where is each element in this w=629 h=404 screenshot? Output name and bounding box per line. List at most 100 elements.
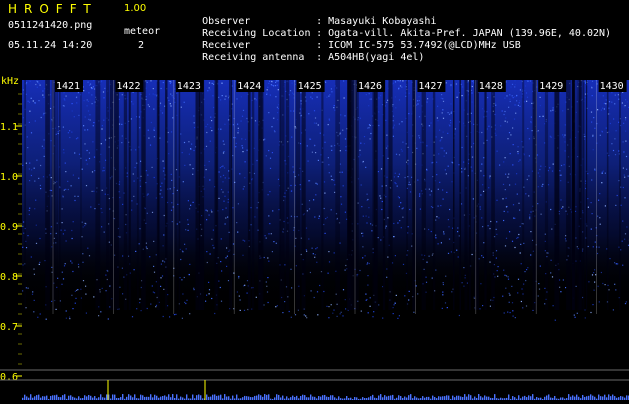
noise-dot	[343, 289, 344, 290]
noise-dot	[29, 210, 30, 211]
noise-dot	[170, 94, 171, 95]
dark-stripe	[258, 80, 263, 310]
noise-dot	[369, 93, 370, 94]
baseline-bar	[166, 397, 167, 400]
noise-dot	[496, 250, 497, 251]
noise-dot	[209, 289, 210, 290]
baseline-bar	[106, 394, 107, 400]
noise-dot	[224, 196, 225, 197]
noise-dot	[184, 165, 185, 166]
noise-dot	[36, 160, 37, 161]
noise-dot	[600, 135, 601, 136]
baseline-bar	[610, 396, 611, 400]
noise-dot	[87, 248, 88, 249]
noise-dot	[592, 136, 593, 137]
noise-dot	[510, 312, 511, 313]
noise-dot	[224, 124, 225, 125]
baseline-bar	[400, 396, 401, 400]
baseline-bar	[598, 395, 599, 400]
noise-dot	[292, 83, 293, 84]
baseline-bar	[404, 397, 405, 400]
noise-dot	[139, 127, 140, 128]
noise-dot	[345, 270, 346, 271]
noise-dot	[443, 132, 444, 133]
noise-dot	[461, 168, 462, 169]
dark-stripe	[348, 80, 351, 310]
noise-dot	[361, 184, 362, 185]
noise-dot	[104, 232, 105, 233]
baseline-bar	[612, 395, 613, 400]
noise-dot	[386, 135, 387, 136]
noise-dot	[593, 272, 594, 273]
dark-stripe	[335, 80, 340, 310]
noise-dot	[243, 240, 244, 241]
noise-dot	[627, 101, 628, 102]
dark-stripe	[383, 80, 385, 310]
noise-dot	[331, 88, 332, 89]
noise-dot	[600, 224, 601, 225]
noise-dot	[184, 244, 185, 245]
noise-dot	[458, 256, 459, 257]
baseline-bar	[312, 397, 313, 400]
noise-dot	[393, 126, 394, 127]
baseline-bar	[100, 394, 101, 400]
noise-dot	[504, 275, 505, 276]
noise-dot	[89, 114, 90, 115]
noise-dot	[329, 120, 330, 121]
noise-dot	[241, 138, 242, 139]
noise-dot	[443, 231, 444, 232]
noise-dot	[442, 292, 443, 293]
baseline-bar	[236, 395, 237, 400]
noise-dot	[89, 255, 90, 256]
baseline-bar	[122, 394, 123, 400]
noise-dot	[366, 216, 367, 217]
noise-dot	[305, 315, 306, 316]
noise-dot	[509, 302, 510, 303]
meteor-label: meteor	[124, 26, 160, 38]
noise-dot	[301, 100, 302, 101]
noise-dot	[209, 179, 210, 180]
noise-dot	[591, 122, 592, 123]
time-label: 1426	[358, 81, 382, 92]
noise-dot	[151, 122, 152, 123]
noise-dot	[472, 81, 473, 82]
noise-dot	[369, 263, 370, 264]
noise-dot	[169, 316, 170, 317]
noise-dot	[592, 213, 593, 214]
noise-dot	[505, 245, 506, 246]
noise-dot	[135, 149, 136, 150]
noise-dot	[268, 233, 269, 234]
noise-dot	[268, 150, 269, 151]
noise-dot	[367, 128, 368, 129]
noise-dot	[101, 226, 102, 227]
noise-dot	[602, 173, 603, 174]
noise-dot	[315, 254, 316, 255]
noise-dot	[225, 177, 226, 178]
noise-dot	[539, 176, 540, 177]
noise-dot	[410, 191, 411, 192]
noise-dot	[362, 235, 363, 236]
noise-dot	[41, 117, 42, 118]
noise-dot	[456, 250, 457, 251]
noise-dot	[539, 169, 540, 170]
noise-dot	[290, 110, 291, 111]
noise-dot	[83, 90, 84, 91]
noise-dot	[420, 209, 421, 210]
noise-dot	[161, 183, 162, 184]
noise-dot	[437, 106, 438, 107]
noise-dot	[100, 311, 101, 312]
noise-dot	[426, 170, 427, 171]
freq-tick-label: 1.1	[0, 122, 18, 133]
noise-dot	[29, 214, 30, 215]
noise-dot	[181, 107, 182, 108]
noise-dot	[91, 94, 92, 95]
noise-dot	[64, 190, 65, 191]
noise-dot	[86, 185, 87, 186]
baseline-bar	[38, 395, 39, 400]
noise-dot	[520, 252, 521, 253]
noise-dot	[292, 166, 293, 167]
baseline-bar	[54, 395, 55, 400]
noise-dot	[273, 118, 274, 119]
noise-dot	[562, 134, 563, 135]
noise-dot	[361, 311, 362, 312]
